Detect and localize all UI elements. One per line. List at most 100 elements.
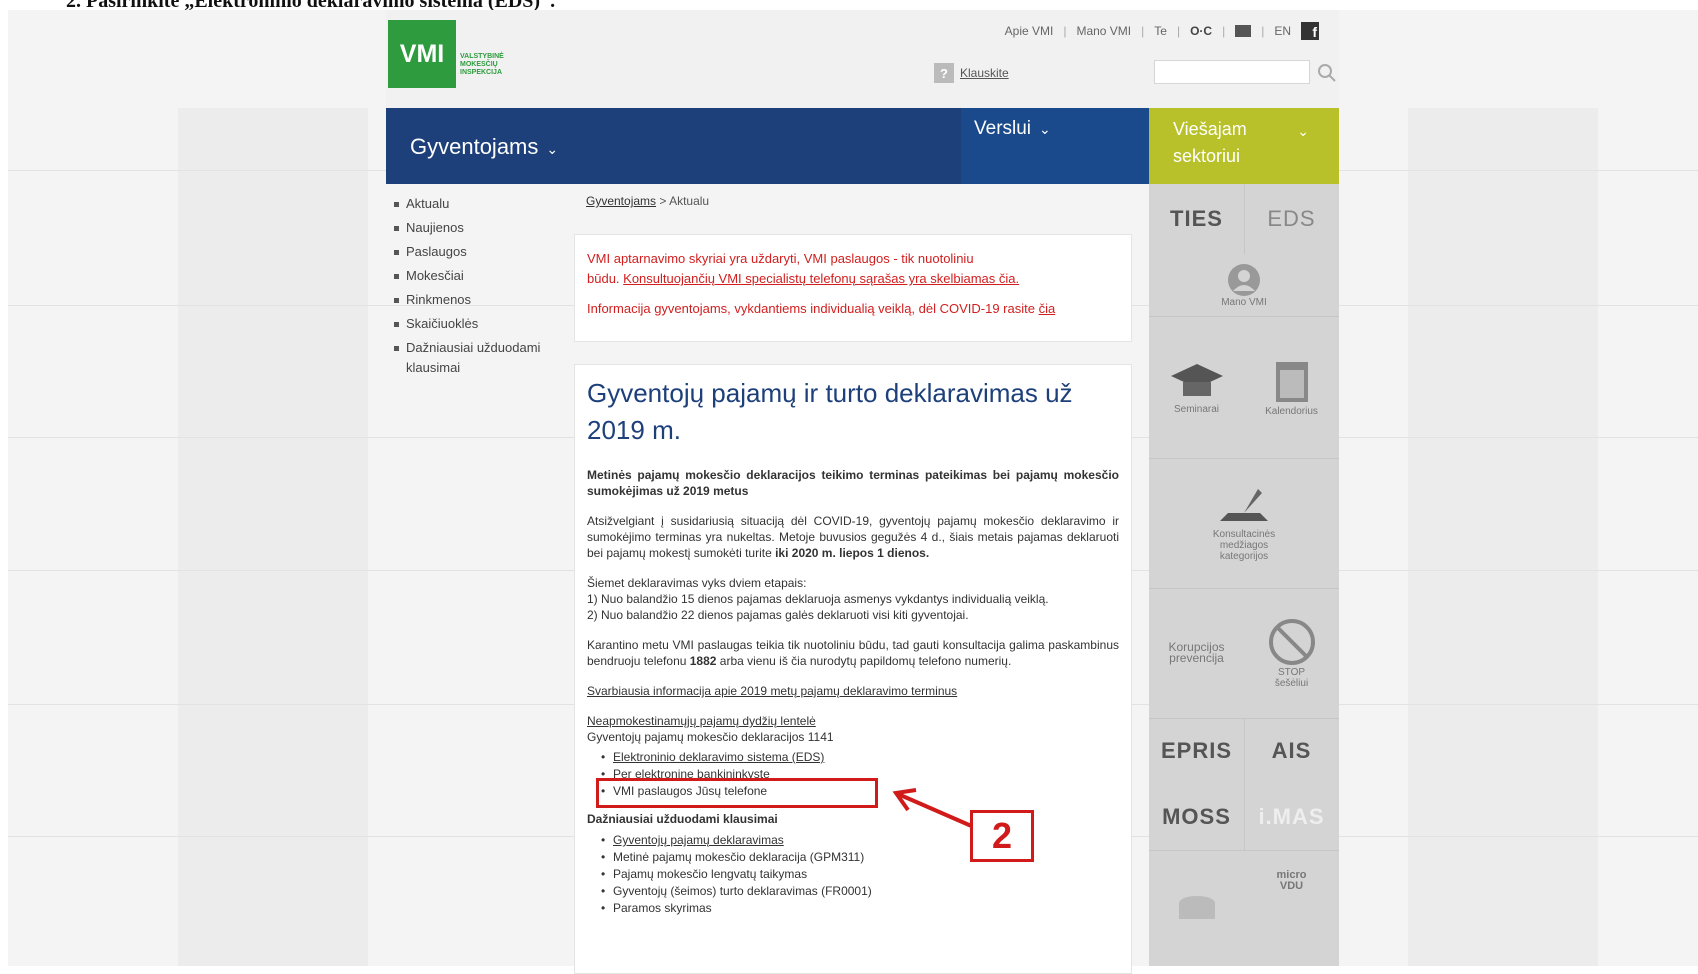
- tile-divider: [1244, 718, 1245, 850]
- alert-line3-prefix: Informacija gyventojams, vykdantiems ind…: [587, 301, 1039, 316]
- main-nav: Gyventojams ⌄ Verslui ⌄ Viešajam sektoriui…: [386, 108, 1339, 184]
- tile-epris[interactable]: EPRIS: [1149, 718, 1244, 784]
- top-link-mano[interactable]: Mano VMI: [1076, 24, 1131, 38]
- sidebar: Aktualu Naujienos Paslaugos Mokesčiai Ri…: [394, 192, 564, 378]
- faq-list: Gyventojų pajamų deklaravimas Metinė paj…: [601, 832, 1119, 917]
- chevron-down-icon: ⌄: [546, 141, 559, 157]
- tile-divider: [1149, 718, 1339, 719]
- breadcrumb: Gyventojams > Aktualu: [586, 194, 709, 208]
- alert-covid-link[interactable]: čia: [1039, 301, 1056, 316]
- sidebar-item-naujienos[interactable]: Naujienos: [394, 216, 564, 240]
- main-content: Gyventojams > Aktualu VMI aptarnavimo sk…: [574, 184, 1146, 974]
- terms-link[interactable]: Svarbiausia informacija apie 2019 metų p…: [587, 683, 1119, 699]
- alert-line1: VMI aptarnavimo skyriai yra uždaryti, VM…: [587, 251, 974, 266]
- user-icon: [1228, 263, 1260, 296]
- help-link[interactable]: ? Klauskite: [934, 63, 1009, 83]
- tile-kalendorius[interactable]: Kalendorius: [1244, 316, 1339, 458]
- article-paragraph: Karantino metu VMI paslaugas teikia tik …: [587, 637, 1119, 669]
- tile-kalendorius-label: Kalendorius: [1265, 405, 1318, 417]
- tile-imas[interactable]: i.MAS: [1244, 784, 1339, 850]
- phone-number: 1882: [689, 654, 717, 668]
- facebook-icon[interactable]: f: [1301, 22, 1319, 40]
- nav-viesajam-label: Viešajam sektoriui: [1173, 119, 1247, 166]
- sidebar-item-skaiciuokles[interactable]: Skaičiuoklės: [394, 312, 564, 336]
- tile-moss[interactable]: MOSS: [1149, 784, 1244, 850]
- stop-icon: [1268, 619, 1315, 665]
- nav-viesajam[interactable]: Viešajam sektoriui ⌄: [1149, 108, 1339, 184]
- covid-alert: VMI aptarnavimo skyriai yra uždaryti, VM…: [574, 234, 1132, 342]
- tile-divider: [1149, 458, 1339, 459]
- nav-gyventojams[interactable]: Gyventojams ⌄: [386, 108, 961, 184]
- contrast-toggle[interactable]: O·C: [1190, 24, 1212, 38]
- tile-eds[interactable]: EDS: [1244, 184, 1339, 254]
- sidebar-item-aktualu[interactable]: Aktualu: [394, 192, 564, 216]
- article-text: arba vienu iš čia nurodytų papildomų tel…: [716, 654, 1012, 668]
- chevron-down-icon: ⌄: [1039, 121, 1051, 137]
- tile-seminarai-label: Seminarai: [1173, 403, 1220, 415]
- tile-micro-vdu[interactable]: micro VDU: [1244, 850, 1339, 966]
- faq-item[interactable]: Pajamų mokesčio lengvatų taikymas: [601, 866, 1119, 883]
- stage-2: 2) Nuo balandžio 22 dienos pajamas galės…: [587, 608, 969, 622]
- tile-ties[interactable]: TIES: [1149, 184, 1244, 254]
- tile-grid: TIES EDS Mano VMI Seminarai Kalendorius …: [1149, 184, 1339, 966]
- page-wrapper: VMI VALSTYBINĖ MOKESČIŲ INSPEKCIJA Apie …: [386, 10, 1339, 974]
- tile-stop-seseliui[interactable]: STOP šešėliui: [1244, 588, 1339, 718]
- top-link-apie[interactable]: Apie VMI: [1005, 24, 1054, 38]
- sidebar-item-rinkmenos[interactable]: Rinkmenos: [394, 288, 564, 312]
- faq-item[interactable]: Paramos skyrimas: [601, 900, 1119, 917]
- tile-divider: [1244, 184, 1245, 254]
- bg-column: [178, 108, 368, 966]
- sidebar-item-paslaugos[interactable]: Paslaugos: [394, 240, 564, 264]
- alert-line2-prefix: būdu.: [587, 271, 624, 286]
- sidebar-item-mokesciai[interactable]: Mokesčiai: [394, 264, 564, 288]
- calendar-icon: [1275, 361, 1308, 402]
- eds-link-label: Elektroninio deklaravimo sistema (EDS): [613, 750, 825, 764]
- alert-line2: būdu. Konsultuojančių VMI specialistų te…: [587, 269, 1131, 289]
- breadcrumb-root[interactable]: Gyventojams: [586, 194, 656, 208]
- stages-heading: Šiemet deklaravimas vyks dviem etapais:: [587, 576, 807, 590]
- faq-item[interactable]: Gyventojų pajamų deklaravimas: [601, 832, 1119, 849]
- tile-korupcija[interactable]: Korupcijos prevencija: [1149, 588, 1244, 718]
- print-icon[interactable]: [1235, 25, 1252, 37]
- lang-en[interactable]: EN: [1274, 24, 1291, 38]
- document-caption: 2. Pasirinkite „Elektroninio deklaravimo…: [0, 0, 1698, 12]
- tile-micro-label: micro VDU: [1276, 869, 1307, 892]
- stage-1: 1) Nuo balandžio 15 dienos pajamas dekla…: [587, 592, 1049, 606]
- eds-highlight-box: [596, 778, 878, 808]
- tile-konsultacijos[interactable]: Konsultacinės medžiagos kategorijos: [1149, 458, 1339, 588]
- question-icon: ?: [934, 63, 954, 83]
- search-input[interactable]: [1154, 60, 1310, 84]
- tile-divider: [1149, 316, 1339, 317]
- faq-item[interactable]: Metinė pajamų mokesčio deklaracija (GPM3…: [601, 849, 1119, 866]
- step-number-badge: 2: [970, 810, 1034, 862]
- income-table-link[interactable]: Neapmokestinamųjų pajamų dydžių lentelė: [587, 714, 816, 728]
- article-deadline: iki 2020 m. liepos 1 dienos.: [775, 546, 930, 560]
- article-paragraph: Atsižvelgiant į susidariusią situaciją d…: [587, 513, 1119, 561]
- faq-heading: Dažniausiai užduodami klausimai: [587, 812, 778, 826]
- article-stages: Šiemet deklaravimas vyks dviem etapais: …: [587, 575, 1119, 623]
- eds-link[interactable]: Elektroninio deklaravimo sistema (EDS): [601, 749, 1119, 766]
- article-lead: Metinės pajamų mokesčio deklaracijos tei…: [587, 468, 1119, 498]
- breadcrumb-separator: >: [659, 194, 667, 208]
- breadcrumb-current: Aktualu: [669, 194, 710, 208]
- top-links: Apie VMI | Mano VMI | Te | O·C | | EN f: [1004, 22, 1319, 40]
- alert-line3: Informacija gyventojams, vykdantiems ind…: [587, 299, 1131, 319]
- search-icon[interactable]: [1316, 62, 1338, 84]
- tile-mano-label: Mano VMI: [1221, 296, 1267, 308]
- help-label: Klauskite: [960, 66, 1009, 80]
- faq-item[interactable]: Gyventojų (šeimos) turto deklaravimas (F…: [601, 883, 1119, 900]
- tile-divider: [1149, 850, 1339, 851]
- faq-item-label: Gyventojų pajamų deklaravimas: [613, 833, 784, 847]
- database-icon: [1178, 896, 1215, 919]
- accessibility-icon[interactable]: Te: [1154, 24, 1167, 38]
- vmi-logo[interactable]: VMI: [388, 20, 456, 88]
- alert-phone-link[interactable]: Konsultuojančių VMI specialistų telefonų…: [623, 271, 1019, 286]
- tile-seminarai[interactable]: Seminarai: [1149, 316, 1244, 458]
- nav-verslui-label: Verslui: [974, 118, 1032, 139]
- nav-verslui[interactable]: Verslui ⌄: [961, 108, 1149, 184]
- tile-database[interactable]: [1149, 850, 1244, 966]
- declaration-label: Gyventojų pajamų mokesčio deklaracijos 1…: [587, 730, 834, 744]
- tile-ais[interactable]: AIS: [1244, 718, 1339, 784]
- tile-mano-vmi[interactable]: Mano VMI: [1149, 254, 1339, 316]
- sidebar-item-duk[interactable]: Dažniausiai užduodami klausimai: [394, 336, 564, 378]
